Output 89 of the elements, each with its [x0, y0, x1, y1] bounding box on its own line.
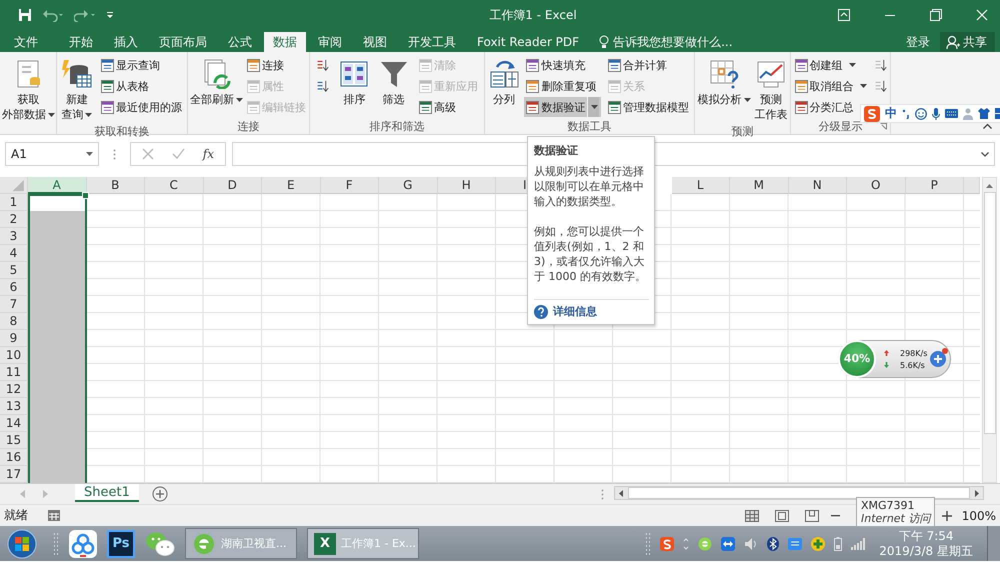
column-header[interactable]: B	[86, 177, 145, 194]
sign-in-link[interactable]: 登录	[906, 32, 930, 52]
ribbon-button[interactable]: 预测 工作表	[754, 55, 788, 124]
row-header[interactable]: 11	[0, 364, 28, 381]
ribbon-tab[interactable]: 数据	[264, 32, 306, 52]
ribbon-tab[interactable]: Foxit Reader PDF	[468, 32, 588, 52]
column-header[interactable]: G	[379, 177, 438, 194]
row-header[interactable]: 9	[0, 330, 28, 347]
row-header[interactable]: 12	[0, 381, 28, 398]
tell-me-field[interactable]: 告诉我您想要做什么...	[599, 32, 744, 52]
column-header[interactable]: C	[145, 177, 204, 194]
ribbon-button[interactable]: 数据验证	[524, 97, 602, 117]
row-header[interactable]: 15	[0, 432, 28, 449]
column-header[interactable]: N	[788, 177, 847, 194]
row-header[interactable]: 1	[0, 194, 28, 211]
ribbon-button[interactable]: 合并计算	[606, 55, 692, 75]
group-label: 排序和筛选	[370, 119, 424, 134]
ribbon-button[interactable]: 分列	[488, 55, 520, 109]
group-label: 数据工具	[568, 119, 612, 134]
ribbon-button[interactable]: 排序	[338, 55, 370, 109]
ribbon-tab[interactable]: 页面布局	[150, 32, 216, 52]
row-header[interactable]: 4	[0, 245, 28, 262]
spreadsheet-app-icon: X	[314, 532, 336, 554]
ribbon-button[interactable]: 管理数据模型	[606, 97, 692, 117]
row-header[interactable]: 7	[0, 296, 28, 313]
column-header[interactable]: E	[262, 177, 320, 194]
photo-editor-icon[interactable]: Ps	[107, 530, 135, 558]
row-header[interactable]: 2	[0, 211, 28, 228]
tooltip-title: 数据验证	[534, 143, 579, 158]
ribbon-tab[interactable]: 开始	[60, 32, 102, 52]
clock-date: 2019/3/8 星期五	[879, 544, 973, 558]
row-header[interactable]: 3	[0, 228, 28, 245]
ribbon-button[interactable]: 删除重复项	[524, 76, 602, 96]
ribbon-button[interactable]: 获取 外部数据	[1, 55, 56, 124]
ribbon-button[interactable]: 模拟分析	[696, 55, 752, 109]
ribbon-button[interactable]: 从表格	[98, 76, 184, 96]
sheet-tab[interactable]: Sheet1	[75, 484, 139, 502]
ribbon-button[interactable]: 新建 查询	[60, 55, 94, 124]
taskbar-button[interactable]: X 工作簿1 - Ex...	[307, 528, 419, 559]
group-label: 获取和转换	[94, 124, 150, 139]
column-header[interactable]: D	[204, 177, 262, 194]
ribbon-tab[interactable]: 审阅	[309, 32, 351, 52]
row-header[interactable]: 10	[0, 347, 28, 364]
ribbon-button[interactable]: 创建组	[792, 55, 870, 75]
column-header[interactable]: A	[28, 177, 86, 194]
ime-mode[interactable]: 中	[885, 105, 897, 122]
column-header[interactable]: L	[672, 177, 730, 194]
clock-time: 下午 7:54	[898, 528, 955, 544]
group-label: 预测	[732, 124, 754, 139]
ribbon-button[interactable]: 筛选	[378, 55, 410, 109]
network-status: Internet 访问	[861, 512, 930, 525]
upload-speed: 298K/s	[900, 348, 928, 358]
ribbon-tab[interactable]: 公式	[219, 32, 261, 52]
status-text: 就绪	[4, 507, 28, 524]
ribbon-button[interactable]: 全部刷新	[189, 55, 244, 109]
share-button[interactable]: 共享	[940, 32, 995, 52]
row-header[interactable]: 14	[0, 415, 28, 432]
zoom-level[interactable]: 100%	[958, 508, 996, 522]
download-speed: 5.6K/s	[900, 360, 925, 370]
group-label: 连接	[238, 119, 260, 134]
ribbon-button[interactable]: 最近使用的源	[98, 97, 184, 117]
ribbon-button[interactable]: 取消组合	[792, 76, 870, 96]
row-header[interactable]: 17	[0, 466, 28, 483]
memory-gauge: 40%	[838, 340, 876, 378]
ribbon-button[interactable]: 高级	[416, 97, 480, 117]
network-name: XMG7391	[861, 499, 916, 512]
row-header[interactable]: 8	[0, 313, 28, 330]
row-header[interactable]: 13	[0, 398, 28, 415]
group-label: 分级显示	[818, 119, 862, 134]
column-header[interactable]: F	[320, 177, 379, 194]
ribbon-tab[interactable]: 插入	[105, 32, 147, 52]
help-link[interactable]: 详细信息	[534, 299, 649, 319]
window-title: 工作簿1 - Excel	[488, 6, 578, 24]
column-header[interactable]: H	[438, 177, 496, 194]
column-header[interactable]: O	[847, 177, 906, 194]
ribbon-button[interactable]: 显示查询	[98, 55, 184, 75]
ribbon-button[interactable]: 连接	[245, 55, 308, 75]
name-box[interactable]: A1	[5, 142, 99, 166]
row-header[interactable]: 6	[0, 279, 28, 296]
column-header[interactable]: P	[906, 177, 964, 194]
row-header[interactable]: 16	[0, 449, 28, 466]
column-header[interactable]: M	[730, 177, 788, 194]
ribbon-tab[interactable]: 开发工具	[399, 32, 465, 52]
row-header[interactable]: 5	[0, 262, 28, 279]
ribbon-tab[interactable]: 视图	[354, 32, 396, 52]
ribbon-button[interactable]: 快速填充	[524, 55, 602, 75]
tooltip-text: 例如，您可以提供一个值列表(例如，1、2 和 3)，或者仅允许输入大于 1000 的有效数字。	[534, 224, 647, 284]
insert-function-button[interactable]: fx	[202, 147, 214, 161]
ribbon-tab[interactable]: 文件	[0, 32, 52, 52]
